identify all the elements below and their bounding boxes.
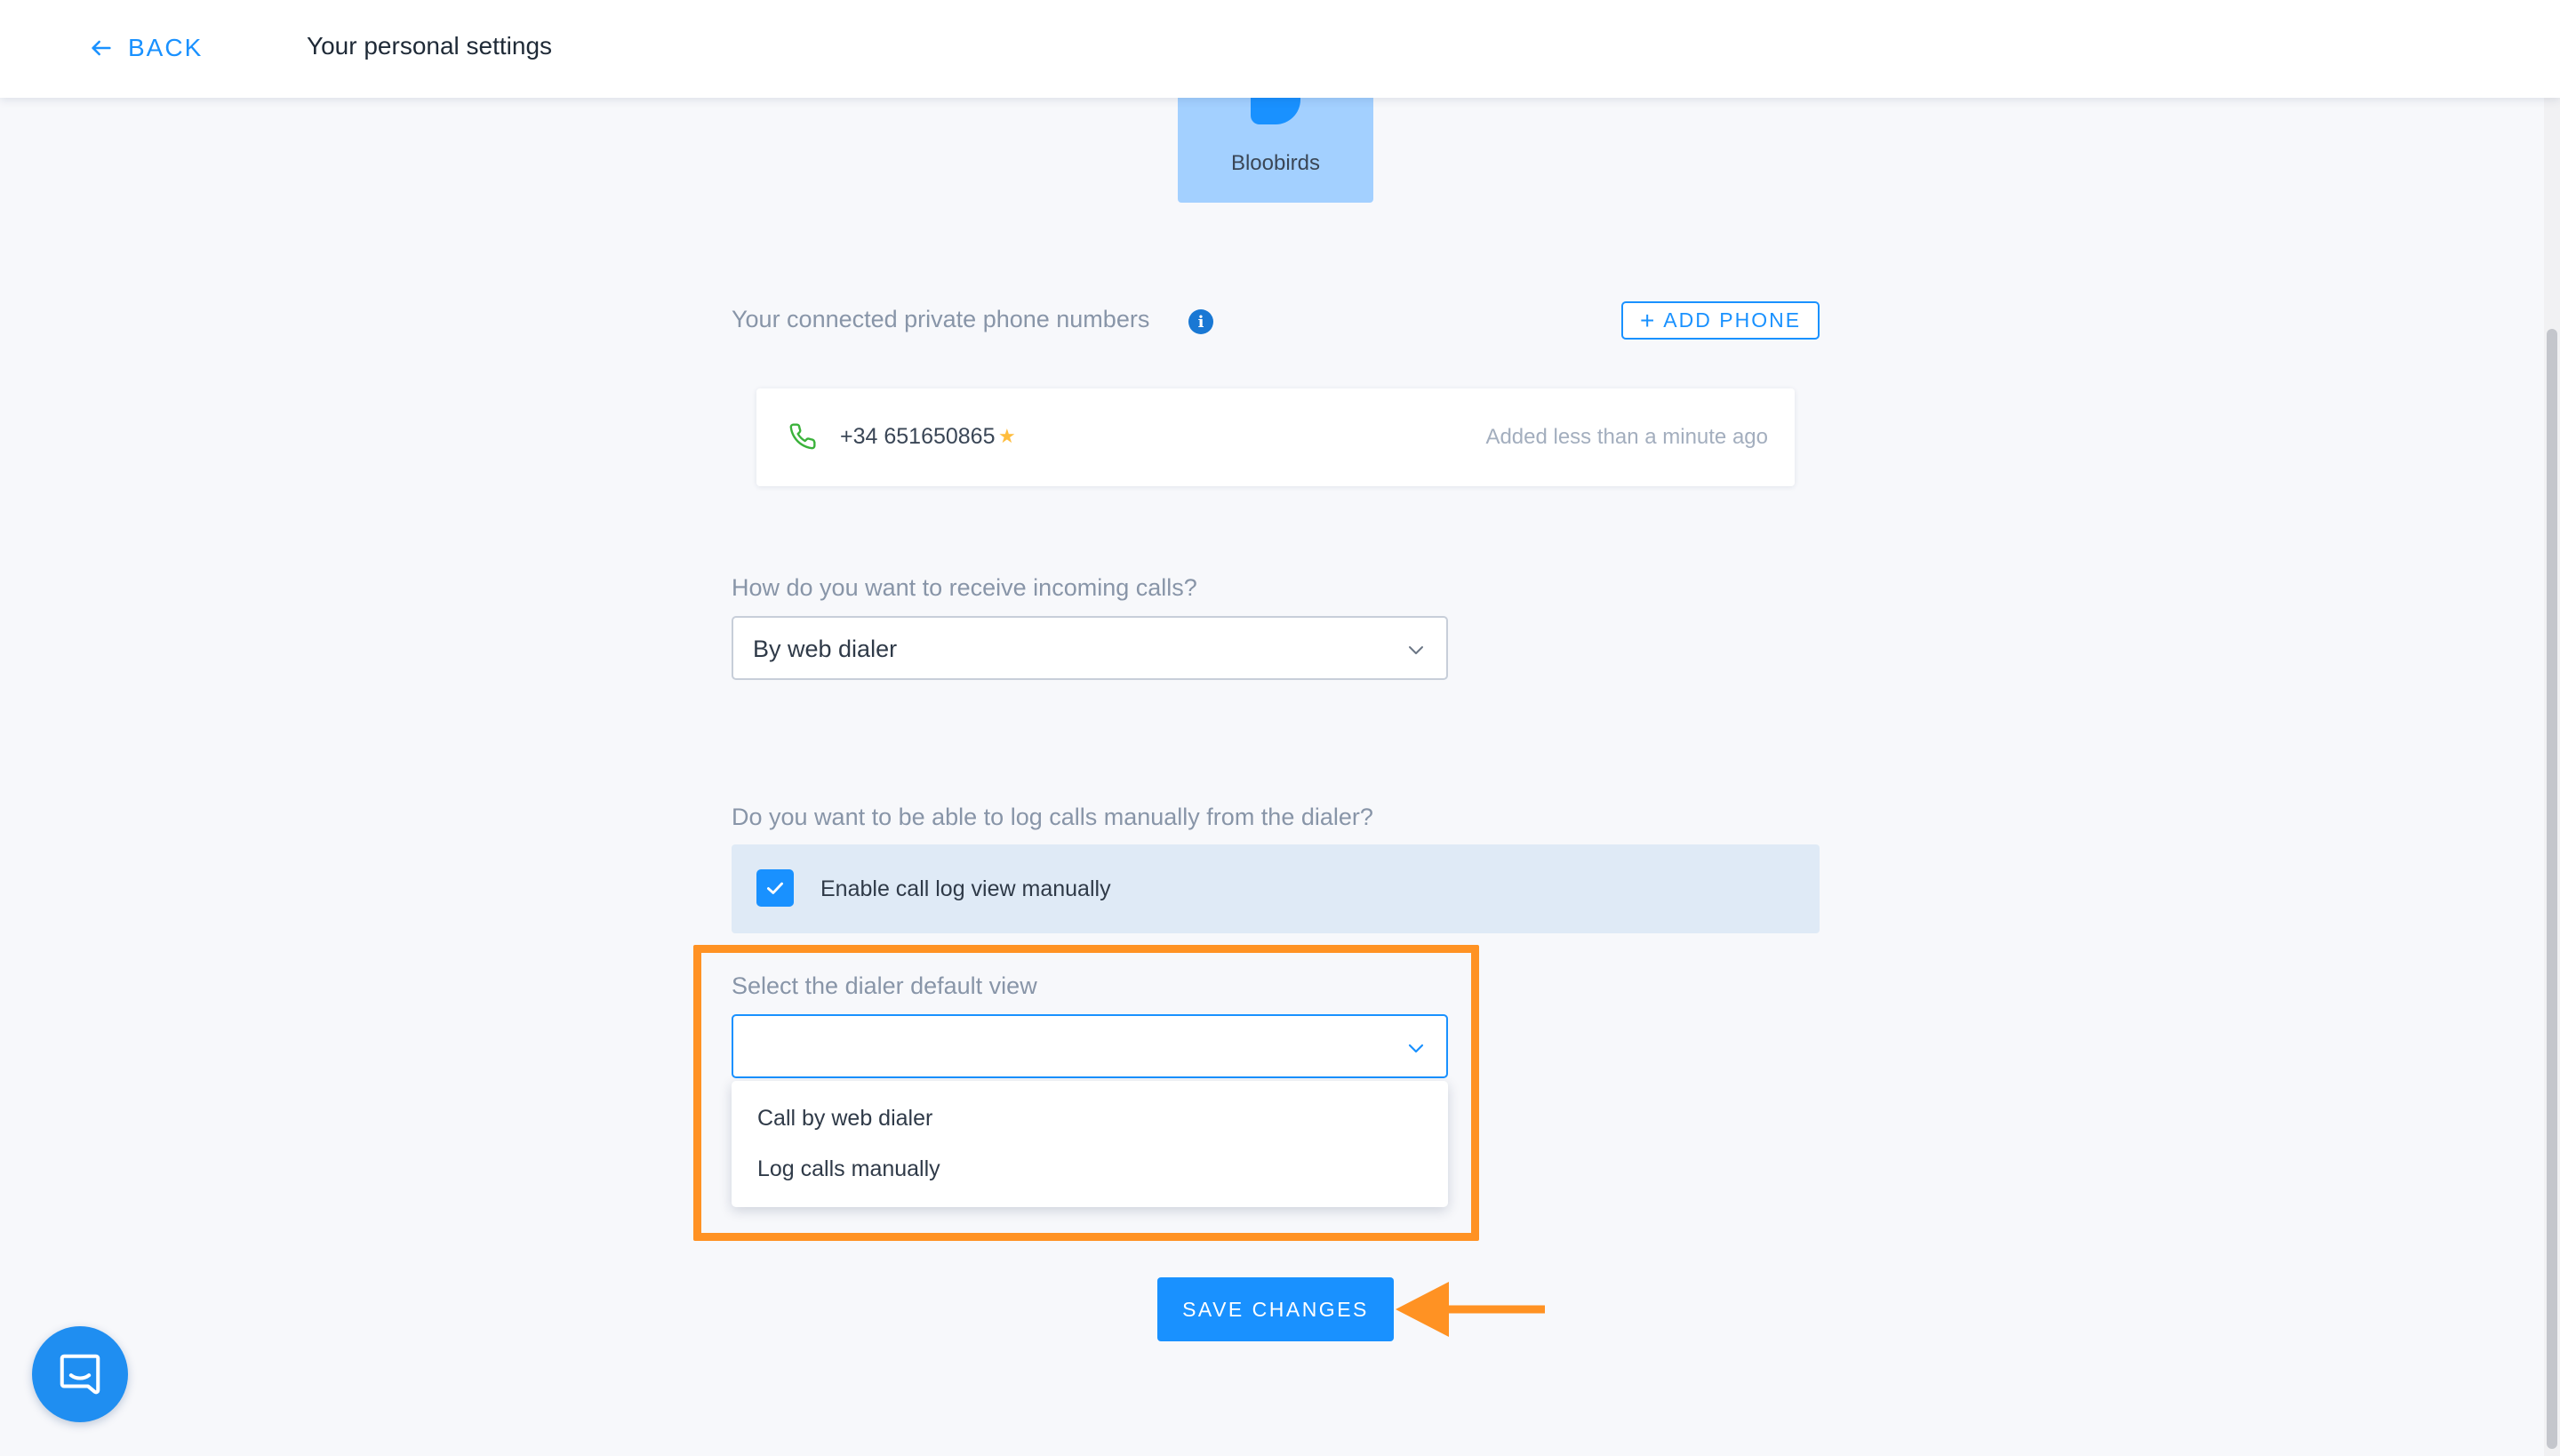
incoming-calls-select[interactable]: By web dialer bbox=[732, 616, 1448, 680]
annotation-arrow-icon bbox=[1396, 1282, 1545, 1337]
chevron-down-icon bbox=[1409, 646, 1423, 654]
star-icon: ★ bbox=[998, 425, 1016, 447]
phone-number: +34 651650865 bbox=[840, 424, 996, 449]
add-phone-label: ADD PHONE bbox=[1663, 308, 1802, 332]
call-log-checkbox[interactable] bbox=[756, 869, 794, 907]
top-bar: BACK Your personal settings bbox=[0, 0, 2560, 98]
page-title: Your personal settings bbox=[307, 32, 553, 60]
back-label: BACK bbox=[128, 34, 204, 61]
call-log-option[interactable]: Enable call log view manually bbox=[732, 844, 1820, 933]
add-phone-button[interactable]: + ADD PHONE bbox=[1621, 301, 1820, 340]
chat-launcher-button[interactable] bbox=[32, 1326, 128, 1422]
phone-icon bbox=[789, 423, 816, 450]
dialer-default-view-menu: Call by web dialer Log calls manually bbox=[732, 1081, 1448, 1207]
menu-option-log-calls-manually[interactable]: Log calls manually bbox=[732, 1144, 1448, 1194]
phone-number-card: +34 651650865 ★ Added less than a minute… bbox=[756, 388, 1795, 486]
incoming-calls-label: How do you want to receive incoming call… bbox=[732, 574, 1197, 601]
phone-added-time: Added less than a minute ago bbox=[1485, 425, 1768, 449]
phone-numbers-label: Your connected private phone numbers bbox=[732, 306, 1150, 332]
back-button[interactable]: BACK bbox=[89, 30, 203, 66]
menu-option-call-by-web-dialer[interactable]: Call by web dialer bbox=[732, 1093, 1448, 1143]
account-name: Bloobirds bbox=[1230, 151, 1321, 175]
call-log-checkbox-label: Enable call log view manually bbox=[820, 876, 1111, 901]
info-icon[interactable]: i bbox=[1188, 309, 1213, 334]
plus-icon: + bbox=[1639, 306, 1655, 334]
scrollbar-thumb[interactable] bbox=[2547, 329, 2557, 1449]
incoming-calls-value: By web dialer bbox=[753, 636, 898, 662]
save-changes-button[interactable]: SAVE CHANGES bbox=[1157, 1277, 1394, 1341]
arrow-left-icon bbox=[92, 40, 111, 56]
check-icon bbox=[767, 882, 783, 894]
chat-icon bbox=[60, 1354, 100, 1395]
call-log-label: Do you want to be able to log calls manu… bbox=[732, 804, 1373, 830]
